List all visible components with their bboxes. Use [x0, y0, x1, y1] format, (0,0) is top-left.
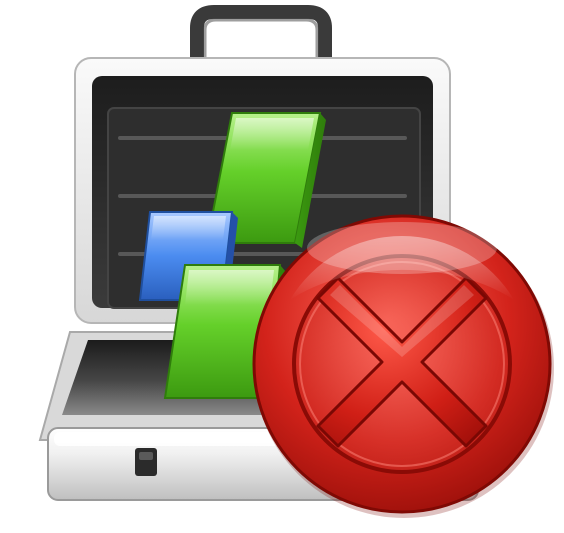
briefcase-handle — [190, 5, 332, 69]
red-circle-x-icon — [252, 214, 554, 518]
briefcase-latch — [135, 448, 157, 476]
briefcase-remove-icon — [38, 5, 554, 518]
briefcase-remove-illustration — [0, 0, 564, 533]
